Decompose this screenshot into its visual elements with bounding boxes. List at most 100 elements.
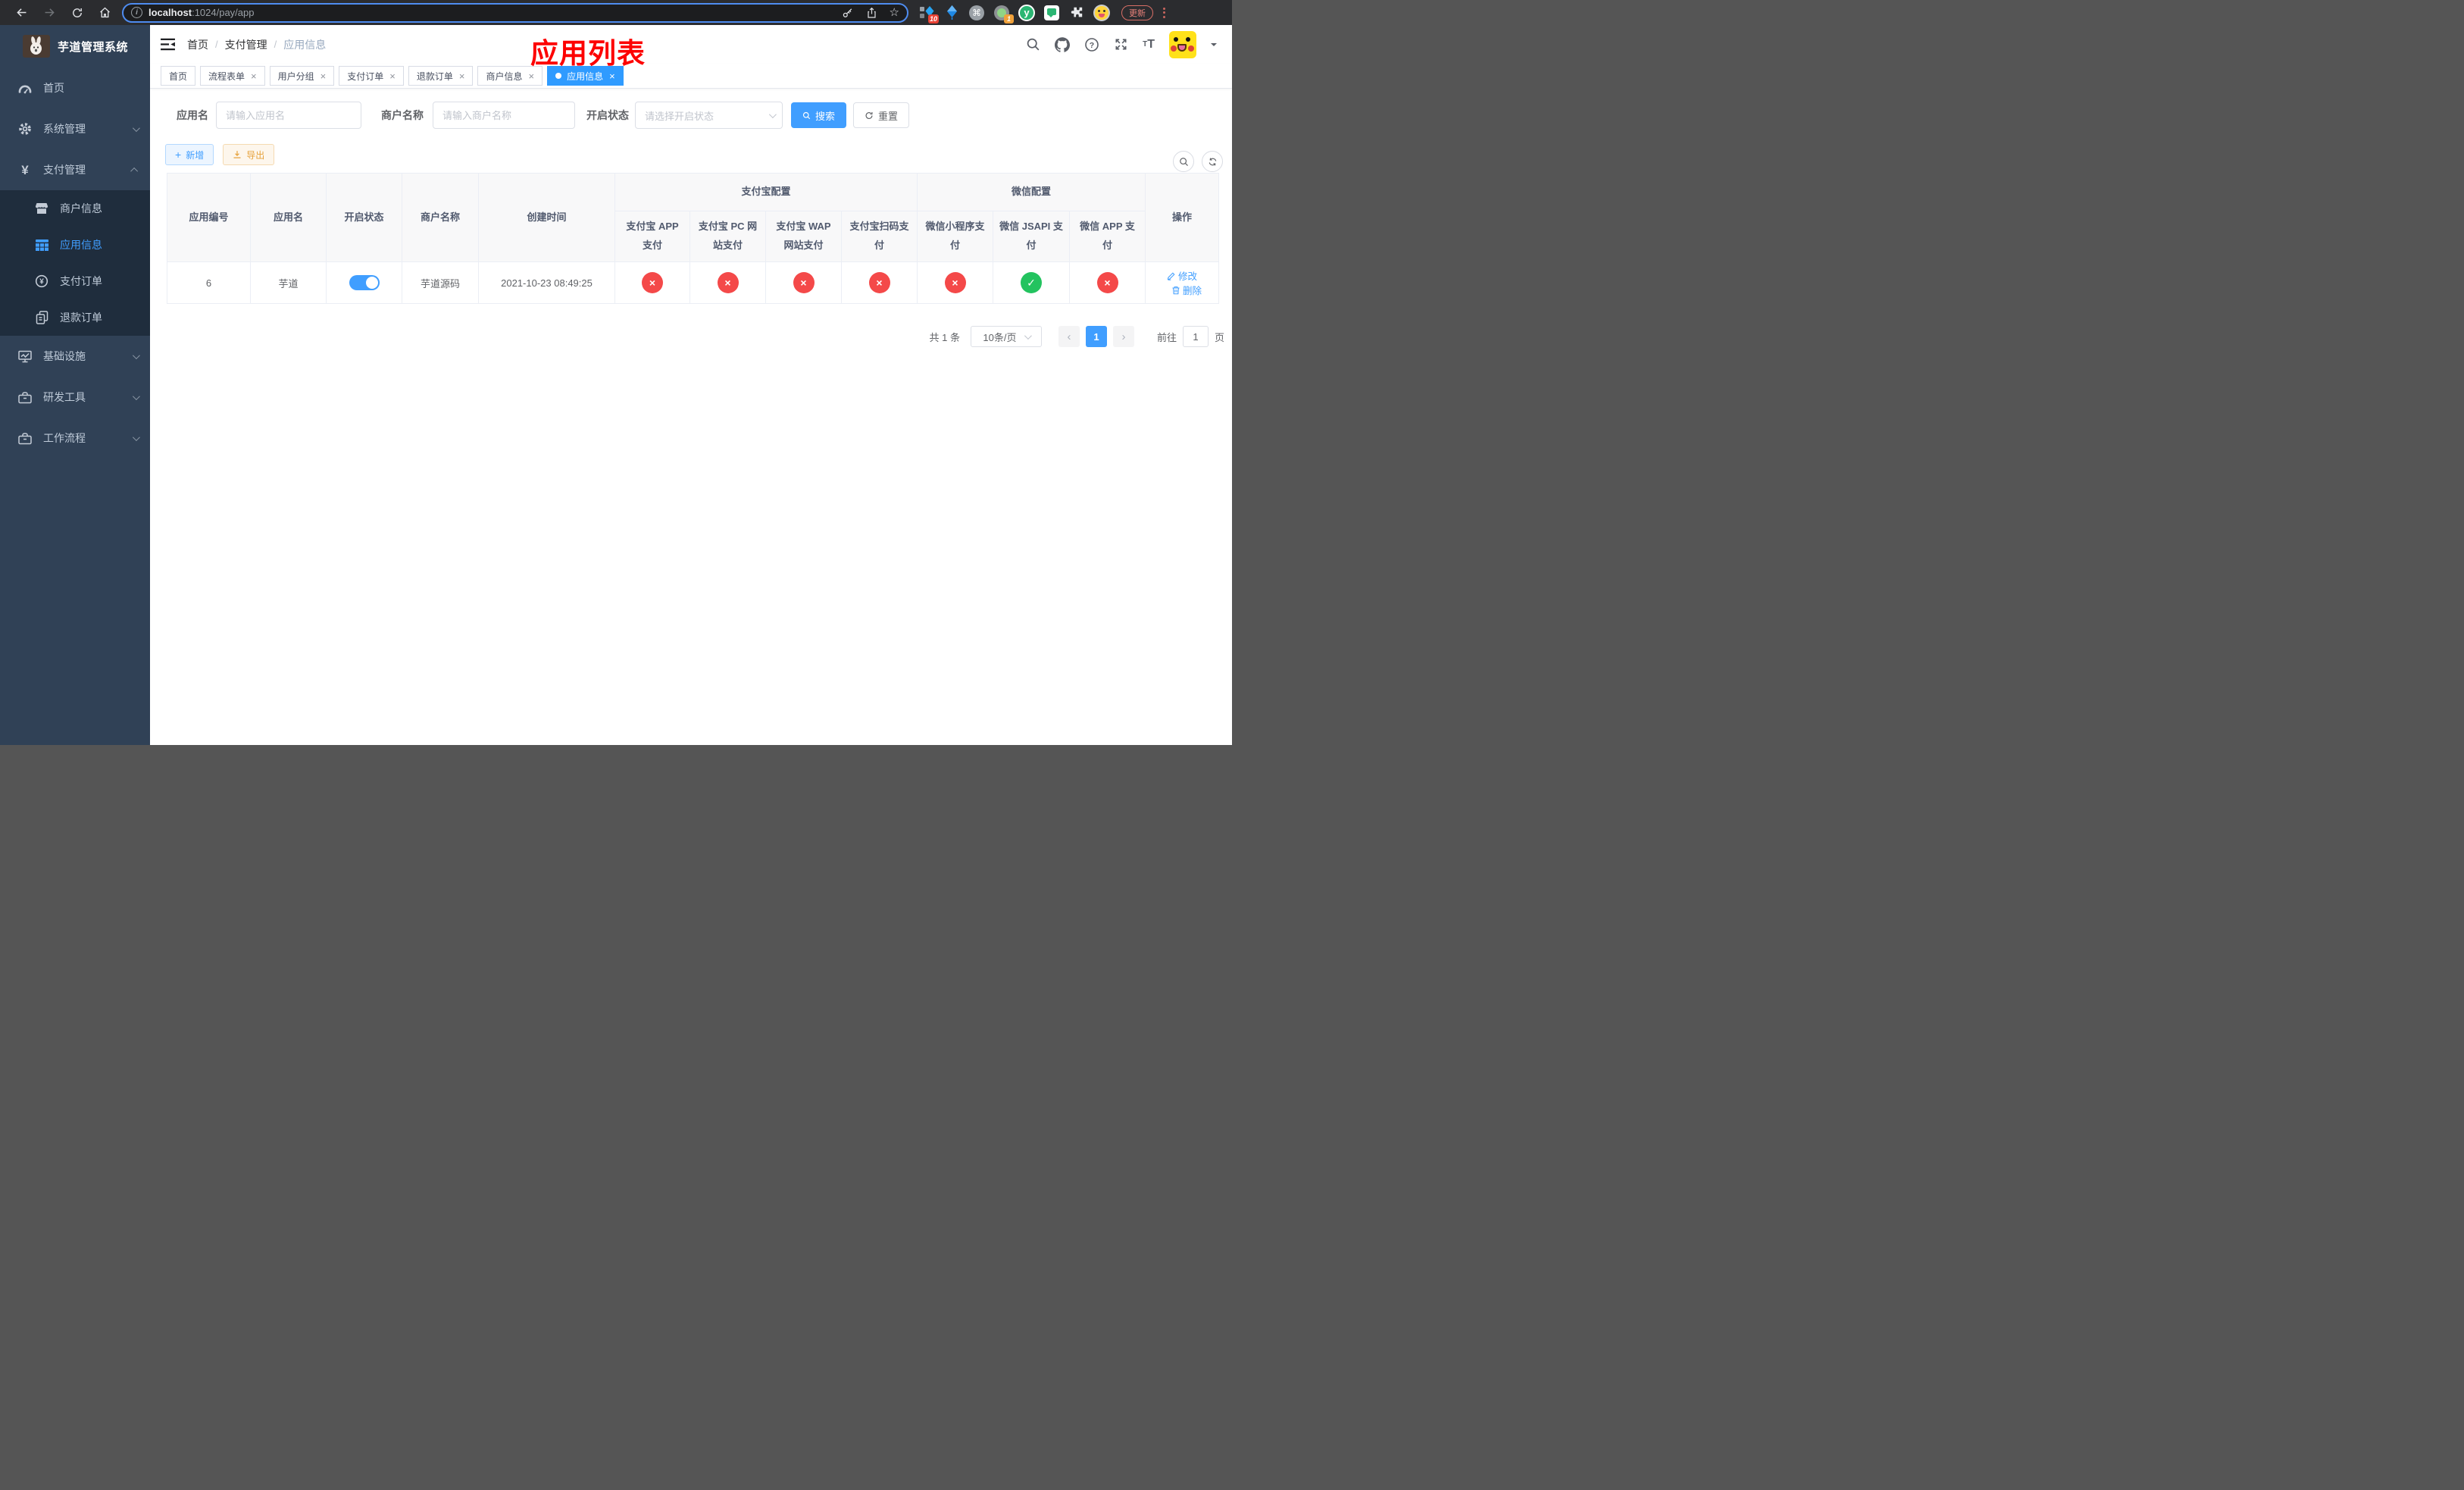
sidebar-item-merchant-info[interactable]: 商户信息	[0, 190, 150, 227]
open-status-select[interactable]: 请选择开启状态	[635, 102, 783, 129]
delete-button[interactable]: 删除	[1171, 283, 1202, 297]
font-size-icon[interactable]: TT	[1143, 38, 1155, 51]
help-icon[interactable]: ?	[1084, 37, 1099, 52]
chevron-down-icon	[132, 124, 140, 132]
sidebar-item-label: 退款订单	[60, 311, 102, 324]
profile-avatar-icon[interactable]	[1093, 4, 1111, 22]
add-button[interactable]: + 新增	[165, 144, 214, 165]
sidebar-item-dev-tools[interactable]: 研发工具	[0, 377, 150, 418]
merchant-name-input[interactable]	[433, 102, 575, 129]
extension-kite-icon[interactable]	[943, 4, 961, 22]
alipay-app-status-icon: ×	[642, 272, 663, 293]
sidebar-logo-row[interactable]: 芋道管理系统	[0, 25, 150, 67]
sidebar-item-refund-orders[interactable]: 退款订单	[0, 299, 150, 336]
wx-mini-status-icon: ×	[944, 272, 966, 293]
sidebar-item-infrastructure[interactable]: 基础设施	[0, 336, 150, 377]
close-icon[interactable]: ×	[321, 71, 327, 81]
app-name-input[interactable]	[216, 102, 361, 129]
dashboard-icon	[17, 83, 33, 94]
extensions-row: 10 ⌘ 1 y	[918, 4, 1111, 23]
sidebar-item-payment[interactable]: ¥ 支付管理	[0, 149, 150, 190]
sidebar-item-label: 支付管理	[43, 164, 86, 176]
svg-text:?: ?	[1090, 41, 1094, 50]
breadcrumb-home[interactable]: 首页	[187, 37, 208, 52]
goto-page-input[interactable]	[1182, 326, 1209, 347]
prev-page-button[interactable]: ‹	[1058, 326, 1080, 347]
sidebar-item-pay-orders[interactable]: ¥ 支付订单	[0, 263, 150, 299]
tab-home[interactable]: 首页	[161, 66, 196, 86]
reset-button[interactable]: 重置	[853, 102, 909, 128]
extension-y-icon[interactable]: y	[1018, 4, 1036, 22]
annotation-title: 应用列表	[530, 38, 646, 69]
next-page-button[interactable]: ›	[1112, 326, 1134, 347]
extensions-puzzle-icon[interactable]	[1068, 4, 1086, 22]
close-icon[interactable]: ×	[389, 71, 396, 81]
documents-icon	[33, 311, 50, 324]
url-bar[interactable]: i localhost:1024/pay/app ☆	[122, 2, 908, 23]
browser-menu-icon[interactable]	[1162, 7, 1165, 18]
edit-button[interactable]: 修改	[1167, 268, 1197, 283]
col-alipay-app: 支付宝 APP 支付	[614, 211, 690, 262]
chevron-down-icon	[1024, 331, 1032, 340]
forward-icon[interactable]	[43, 6, 56, 19]
breadcrumb-payment[interactable]: 支付管理	[225, 37, 267, 52]
sidebar-fold-icon[interactable]	[161, 38, 175, 51]
share-icon[interactable]	[866, 7, 877, 19]
reload-icon[interactable]	[71, 7, 83, 19]
browser-update-button[interactable]: 更新	[1121, 5, 1153, 20]
page-size-select[interactable]: 10条/页	[970, 326, 1042, 347]
sidebar-submenu-payment: 商户信息 应用信息 ¥ 支付订单 退款订单	[0, 190, 150, 336]
caret-down-icon[interactable]	[1211, 42, 1217, 49]
col-wx-mini: 微信小程序支付	[917, 211, 994, 262]
extension-recorder-icon[interactable]: 1	[993, 4, 1014, 23]
search-button[interactable]: 搜索	[791, 102, 846, 128]
extension-chat-icon[interactable]	[1043, 4, 1061, 22]
trash-icon	[1172, 286, 1180, 294]
app-title: 芋道管理系统	[58, 40, 129, 54]
sidebar-item-label: 首页	[43, 82, 64, 94]
tab-pay-orders[interactable]: 支付订单 ×	[339, 66, 404, 86]
site-info-icon[interactable]: i	[131, 7, 142, 18]
page-header: 首页 / 支付管理 / 应用信息 应用列表 ? T T	[150, 25, 1232, 69]
tab-refund-orders[interactable]: 退款订单 ×	[408, 66, 474, 86]
extension-command-icon[interactable]: ⌘	[968, 4, 986, 22]
show-search-icon[interactable]	[1173, 151, 1194, 172]
sidebar-item-app-info[interactable]: 应用信息	[0, 227, 150, 263]
cell-created: 2021-10-23 08:49:25	[478, 261, 615, 304]
cell-merchant: 芋道源码	[402, 261, 479, 304]
wx-jsapi-status-icon: ✓	[1021, 272, 1043, 293]
wx-app-status-icon: ×	[1096, 272, 1118, 293]
home-icon[interactable]	[98, 6, 111, 19]
total-count: 共 1 条	[929, 331, 960, 343]
grid-icon	[33, 239, 50, 251]
bookmark-star-icon[interactable]: ☆	[890, 7, 899, 18]
tab-process-form[interactable]: 流程表单 ×	[200, 66, 265, 86]
close-icon[interactable]: ×	[609, 71, 615, 81]
password-key-icon[interactable]	[842, 7, 854, 19]
merchant-name-label: 商户名称	[381, 109, 424, 121]
close-icon[interactable]: ×	[528, 71, 534, 81]
extension-pinned-icon[interactable]: 10	[918, 4, 939, 23]
refresh-icon[interactable]	[1202, 151, 1223, 172]
pencil-icon	[1167, 272, 1175, 280]
col-merchant: 商户名称	[402, 173, 479, 262]
tab-user-group[interactable]: 用户分组 ×	[269, 66, 335, 86]
sidebar-item-workflow[interactable]: 工作流程	[0, 418, 150, 459]
sidebar-item-home[interactable]: 首页	[0, 67, 150, 108]
status-switch[interactable]	[349, 275, 380, 290]
chevron-down-icon	[132, 433, 140, 441]
col-status: 开启状态	[326, 173, 402, 262]
col-group-wechat: 微信配置	[917, 173, 1146, 211]
github-icon[interactable]	[1055, 36, 1071, 52]
fullscreen-icon[interactable]	[1114, 37, 1128, 52]
close-icon[interactable]: ×	[251, 71, 257, 81]
search-icon[interactable]	[1026, 37, 1040, 52]
sidebar-item-system[interactable]: 系统管理	[0, 108, 150, 149]
user-avatar[interactable]	[1169, 30, 1196, 58]
app-table: 应用编号 应用名 开启状态 商户名称 创建时间 支付宝配置 微信配置 操作 支付…	[167, 173, 1220, 304]
page-number-1[interactable]: 1	[1085, 326, 1107, 347]
breadcrumb-separator: /	[215, 39, 218, 50]
export-button[interactable]: 导出	[223, 144, 275, 165]
close-icon[interactable]: ×	[459, 71, 465, 81]
back-icon[interactable]	[15, 6, 28, 19]
